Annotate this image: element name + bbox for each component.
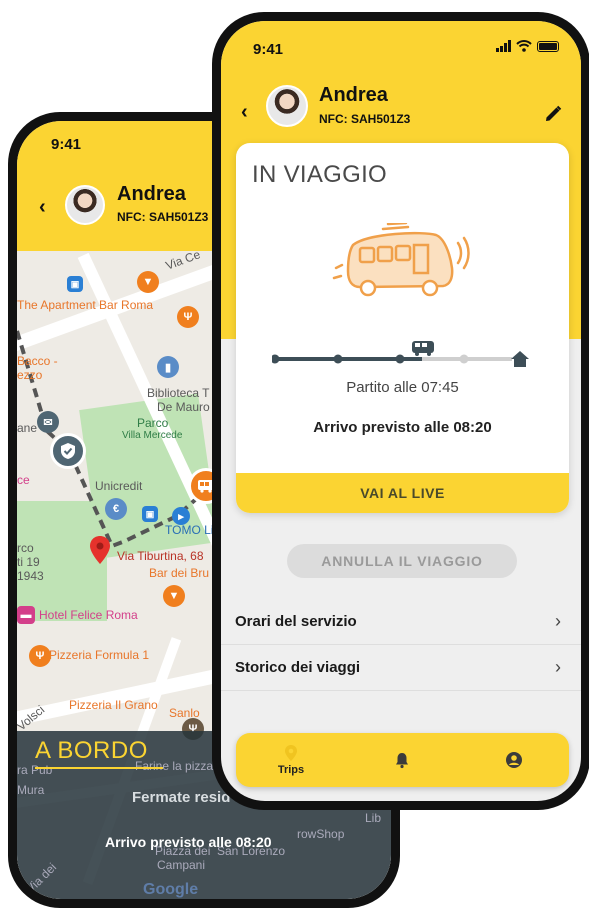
- map-label: rco: [17, 541, 34, 555]
- on-board-title: A BORDO: [35, 737, 148, 764]
- map-label: Campani: [157, 858, 206, 872]
- map-label: rowShop: [297, 827, 345, 841]
- arrival-estimate: Arrivo previsto alle 08:20: [313, 419, 492, 436]
- map-label: Hotel Felice Roma: [39, 608, 138, 622]
- chevron-right-icon: ›: [555, 657, 561, 677]
- user-name: Andrea: [319, 84, 388, 106]
- avatar[interactable]: [65, 185, 105, 225]
- library-pin-icon[interactable]: ▮: [157, 356, 179, 378]
- nfc-code: NFC: SAH501Z3: [117, 210, 209, 224]
- cancel-trip-button[interactable]: ANNULLA IL VIAGGIO: [287, 544, 517, 578]
- menu-item-trip-history[interactable]: Storico dei viaggi ›: [221, 645, 581, 691]
- menu-item-service-hours[interactable]: Orari del servizio ›: [221, 599, 581, 645]
- tab-profile[interactable]: [484, 733, 544, 787]
- status-time: 9:41: [253, 41, 284, 58]
- chevron-right-icon: ›: [555, 611, 561, 631]
- tab-label: Trips: [277, 764, 305, 776]
- trip-progress-track: [272, 341, 529, 367]
- map-label: Parco: [137, 416, 169, 430]
- tram-stop-icon[interactable]: ▣: [142, 506, 158, 522]
- card-title: IN VIAGGIO: [252, 161, 388, 188]
- menu-item-label: Storico dei viaggi: [235, 659, 361, 676]
- pink-pin-icon[interactable]: ✉: [37, 411, 59, 433]
- go-live-button[interactable]: VAI AL LIVE: [236, 473, 569, 513]
- user-name: Andrea: [117, 183, 186, 205]
- bell-icon: [396, 753, 408, 769]
- front-phone: 9:41 ‹ Andrea NFC: SAH501Z3 IN VIAGGIO P…: [212, 12, 589, 810]
- map-label: TOMO Li: [165, 523, 214, 537]
- map-label: ane: [17, 421, 38, 435]
- restaurant-pin-icon[interactable]: Ψ: [177, 306, 199, 328]
- remaining-stops: Fermate resid: [132, 789, 231, 806]
- menu-item-label: Orari del servizio: [235, 613, 357, 630]
- map-label: ezzo: [17, 368, 43, 382]
- bus-stop-icon[interactable]: ▸: [172, 507, 190, 525]
- map-label: Pizzeria Formula 1: [49, 648, 150, 662]
- user-icon: [506, 752, 522, 768]
- back-chevron-icon[interactable]: ‹: [39, 196, 46, 219]
- avatar[interactable]: [266, 85, 308, 127]
- shield-icon[interactable]: [50, 433, 86, 469]
- arrival-estimate: Arrivo previsto alle 08:20: [105, 834, 272, 850]
- map-label: Pizzeria Il Grano: [69, 698, 158, 712]
- map-label: Via Tiburtina, 68: [117, 549, 204, 563]
- map-label: Villa Mercede: [122, 430, 183, 441]
- map-label: ce: [17, 473, 30, 487]
- restaurant-pin-icon[interactable]: Ψ: [29, 645, 51, 667]
- map-label: Unicredit: [95, 479, 143, 493]
- bottom-tab-bar: Trips: [236, 733, 569, 787]
- map-label: Bar dei Bru: [149, 566, 210, 580]
- bank-pin-icon[interactable]: €: [105, 498, 127, 520]
- front-phone-screen: 9:41 ‹ Andrea NFC: SAH501Z3 IN VIAGGIO P…: [221, 21, 581, 801]
- bar-pin-icon[interactable]: ▼: [137, 271, 159, 293]
- hotel-pin-icon[interactable]: ▬: [17, 606, 35, 624]
- edit-pencil-icon[interactable]: [543, 104, 563, 124]
- map-label: Mura: [17, 783, 45, 797]
- map-label: Lib: [365, 811, 382, 825]
- tab-notifications[interactable]: [372, 733, 432, 787]
- map-label: Bacco -: [17, 354, 58, 368]
- signal-icon: [496, 40, 511, 52]
- map-label: Via dei: [23, 860, 60, 896]
- trip-status-card: IN VIAGGIO Partito alle 07:45 Arrivo pre…: [236, 143, 569, 513]
- bus-illustration-icon: [332, 223, 470, 297]
- wifi-icon: [516, 40, 532, 52]
- google-logo: Google: [143, 881, 199, 898]
- tab-trips[interactable]: Trips: [261, 733, 321, 787]
- battery-icon: [537, 40, 559, 52]
- map-label: 1943: [17, 569, 44, 583]
- nfc-code: NFC: SAH501Z3: [319, 112, 411, 126]
- map-label: Biblioteca T: [147, 386, 210, 400]
- status-time: 9:41: [51, 136, 82, 153]
- map-label: De Mauro: [157, 400, 210, 414]
- map-label: ra Pub: [17, 763, 53, 777]
- map-label: The Apartment Bar Roma: [17, 298, 154, 312]
- bar-pin-icon[interactable]: ▼: [163, 585, 185, 607]
- departure-time: Partito alle 07:45: [346, 379, 459, 396]
- tram-stop-icon[interactable]: ▣: [67, 276, 83, 292]
- destination-marker-icon[interactable]: [89, 535, 111, 565]
- status-icons: [496, 40, 559, 52]
- location-pin-icon: [285, 745, 297, 761]
- title-underline: [35, 767, 163, 769]
- back-chevron-icon[interactable]: ‹: [241, 101, 248, 124]
- map-label: ti 19: [17, 555, 40, 569]
